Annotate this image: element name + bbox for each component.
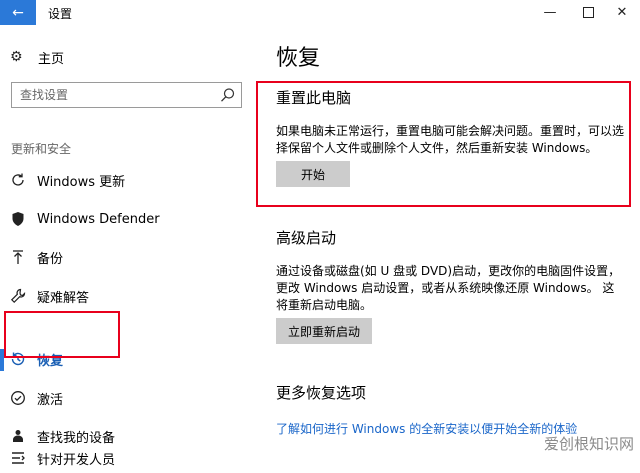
shield-icon <box>10 211 26 227</box>
maximize-icon <box>582 6 594 18</box>
advanced-startup-heading: 高级启动 <box>276 229 337 247</box>
clean-install-link[interactable]: 了解如何进行 Windows 的全新安装以便开始全新的体验 <box>276 420 577 437</box>
advanced-startup-description: 通过设备或磁盘(如 U 盘或 DVD)启动，更改你的电脑固件设置，更改 Wind… <box>276 264 621 312</box>
sidebar-item-label: 针对开发人员 <box>37 452 116 468</box>
sidebar-item-label: Windows 更新 <box>37 174 126 190</box>
minimize-icon: — <box>543 4 557 20</box>
minimize-button[interactable]: — <box>530 2 570 22</box>
page-title: 恢复 <box>276 46 321 71</box>
reset-description: 如果电脑未正常运行，重置电脑可能会解决问题。重置时，可以选择保留个人文件或删除个… <box>276 124 625 155</box>
refresh-icon <box>10 172 26 188</box>
sidebar-item-label: 主页 <box>38 51 65 67</box>
close-button[interactable]: ✕ <box>602 2 640 22</box>
start-reset-button[interactable]: 开始 <box>276 161 350 187</box>
sidebar-item-backup[interactable]: 备份 <box>0 239 250 275</box>
developer-icon <box>10 450 26 466</box>
sidebar-item-home[interactable]: ⚙ 主页 <box>10 47 64 67</box>
wrench-icon <box>10 288 26 304</box>
reset-heading: 重置此电脑 <box>276 89 352 107</box>
search-box <box>11 82 242 108</box>
sidebar-item-troubleshoot[interactable]: 疑难解答 <box>0 278 250 314</box>
highlight-box <box>4 311 120 358</box>
sidebar-item-label: 激活 <box>37 392 64 408</box>
sidebar-item-activation[interactable]: 激活 <box>0 380 250 416</box>
sidebar-item-windows-update[interactable]: Windows 更新 <box>0 162 250 198</box>
more-options-heading: 更多恢复选项 <box>276 384 367 402</box>
title-bar: ← 设置 — ✕ <box>0 0 640 25</box>
window-title: 设置 <box>48 7 73 21</box>
sidebar-item-developers[interactable]: 针对开发人员 <box>0 443 250 473</box>
search-input[interactable] <box>20 86 210 104</box>
sidebar: ⚙ 主页 更新和安全 Windows 更新 Windows Defender 备… <box>0 25 250 468</box>
sidebar-item-label: Windows Defender <box>37 211 160 227</box>
upload-arrow-icon <box>10 249 26 265</box>
search-icon[interactable] <box>220 87 236 103</box>
gear-icon: ⚙ <box>10 49 23 65</box>
watermark: 爱创根知识网 <box>543 435 634 453</box>
sidebar-item-label: 疑难解答 <box>37 290 90 306</box>
restart-now-button[interactable]: 立即重新启动 <box>276 318 372 344</box>
sidebar-item-windows-defender[interactable]: Windows Defender <box>0 201 250 237</box>
back-button[interactable]: ← <box>0 0 36 25</box>
sidebar-item-label: 备份 <box>37 251 64 267</box>
section-title: 更新和安全 <box>11 142 72 156</box>
person-pin-icon <box>10 428 26 444</box>
main-content: 恢复 重置此电脑 如果电脑未正常运行，重置电脑可能会解决问题。重置时，可以选择保… <box>250 25 640 456</box>
check-circle-icon <box>10 390 26 406</box>
arrow-left-icon: ← <box>12 4 24 21</box>
close-icon: ✕ <box>616 4 628 20</box>
